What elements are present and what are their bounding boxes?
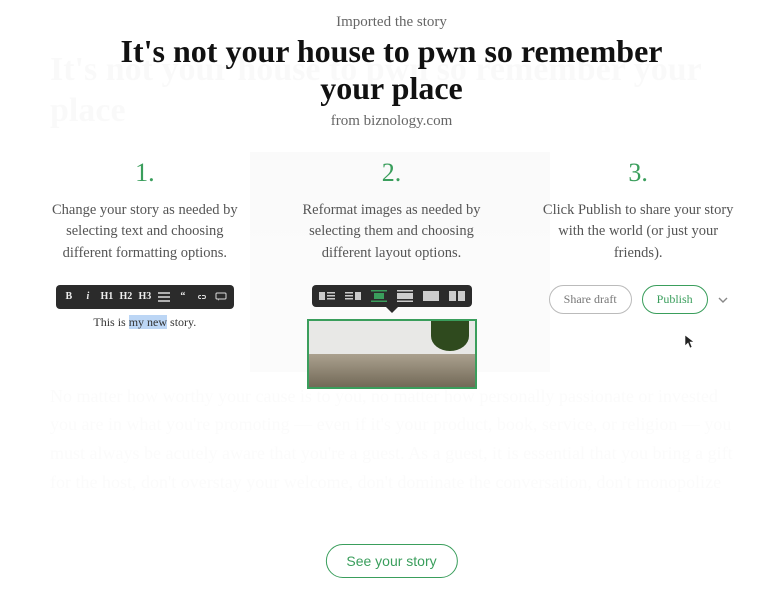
chevron-down-icon[interactable] <box>718 292 728 307</box>
italic-button[interactable]: i <box>79 288 97 306</box>
step-2-number: 2. <box>382 158 402 188</box>
layout-full-button[interactable] <box>422 289 440 303</box>
step-1-number: 1. <box>135 158 155 188</box>
sample-text: This is my new story. <box>93 315 196 330</box>
comment-button[interactable] <box>212 288 230 306</box>
h3-button[interactable]: H3 <box>136 288 154 306</box>
share-draft-button[interactable]: Share draft <box>549 285 632 314</box>
sample-highlight: my new <box>129 315 167 329</box>
cursor-icon <box>683 334 697 350</box>
story-title: It's not your house to pwn so remember y… <box>112 33 672 107</box>
text-format-toolbar: B i H1 H2 H3 “ <box>56 285 234 309</box>
layout-inline-right-button[interactable] <box>344 289 362 303</box>
from-line: from biznology.com <box>331 113 453 130</box>
layout-grid-button[interactable] <box>448 289 466 303</box>
h2-button[interactable]: H2 <box>117 288 135 306</box>
step-1: 1. Change your story as needed by select… <box>32 158 259 389</box>
steps-row: 1. Change your story as needed by select… <box>32 158 752 389</box>
quote-button[interactable]: “ <box>174 288 192 306</box>
import-overlay: Imported the story It's not your house t… <box>0 0 783 598</box>
layout-wide-button[interactable] <box>396 289 414 303</box>
align-button[interactable] <box>155 288 173 306</box>
from-domain: biznology.com <box>364 113 453 129</box>
step-3-desc: Click Publish to share your story with t… <box>533 200 743 265</box>
bold-button[interactable]: B <box>60 288 78 306</box>
step-1-demo: B i H1 H2 H3 “ Th <box>56 285 234 330</box>
layout-center-button[interactable] <box>370 289 388 303</box>
step-2: 2. Reformat images as needed by selectin… <box>278 158 505 389</box>
h1-button[interactable]: H1 <box>98 288 116 306</box>
layout-inline-left-button[interactable] <box>318 289 336 303</box>
link-button[interactable] <box>193 288 211 306</box>
image-layout-toolbar <box>312 285 472 307</box>
step-2-desc: Reformat images as needed by selecting t… <box>287 200 497 265</box>
sample-suffix: story. <box>167 315 196 329</box>
step-3: 3. Click Publish to share your story wit… <box>525 158 752 389</box>
publish-row: Share draft Publish <box>549 285 728 314</box>
step-1-desc: Change your story as needed by selecting… <box>40 200 250 265</box>
see-your-story-button[interactable]: See your story <box>325 544 457 578</box>
step-2-demo <box>307 285 477 389</box>
imported-label: Imported the story <box>336 14 447 31</box>
sample-prefix: This is <box>93 315 128 329</box>
from-prefix: from <box>331 113 364 129</box>
step-3-number: 3. <box>628 158 648 188</box>
publish-button[interactable]: Publish <box>642 285 708 314</box>
sample-image[interactable] <box>307 319 477 389</box>
